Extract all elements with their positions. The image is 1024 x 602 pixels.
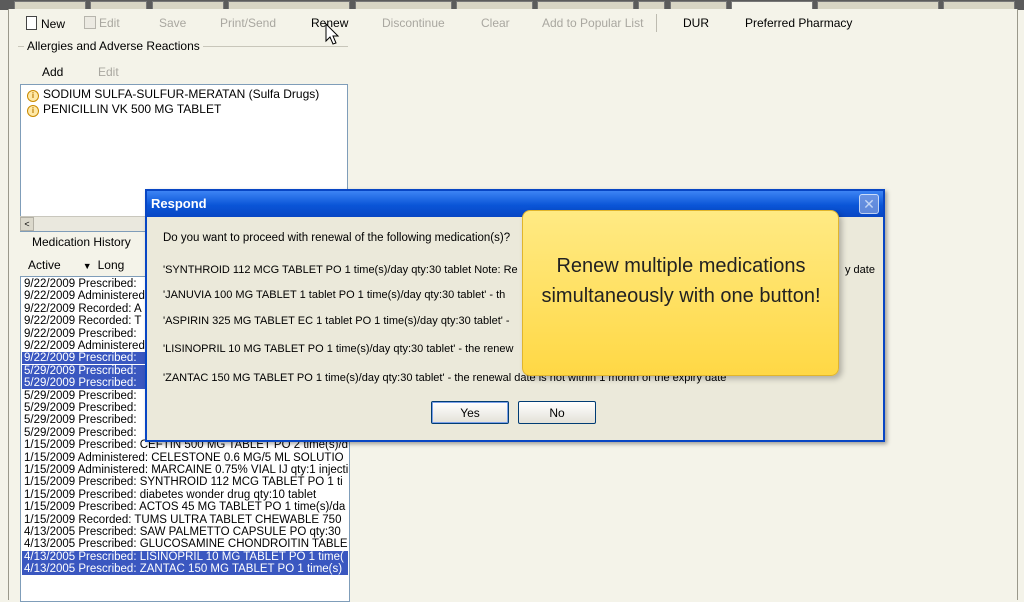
yes-button[interactable]: Yes (431, 401, 509, 424)
dialog-title: Respond (151, 196, 207, 211)
medication-history-title: Medication History (30, 235, 133, 249)
clear-button[interactable]: Clear (481, 16, 510, 30)
list-item[interactable]: 1/15/2009 Prescribed: diabetes wonder dr… (22, 489, 348, 501)
edit-icon (84, 16, 96, 29)
horizontal-scrollbar[interactable]: < (20, 216, 146, 231)
add-allergy-button[interactable]: Add (42, 65, 63, 79)
info-icon: i (27, 105, 39, 117)
new-button[interactable]: New (26, 16, 65, 31)
no-button[interactable]: No (518, 401, 596, 424)
save-button[interactable]: Save (159, 16, 186, 30)
list-item[interactable]: 1/15/2009 Prescribed: SYNTHROID 112 MCG … (22, 476, 348, 488)
tip-callout: Renew multiple medications simultaneousl… (522, 210, 839, 376)
add-to-popular-list-button[interactable]: Add to Popular List (542, 16, 643, 30)
callout-text: Renew multiple medications simultaneousl… (541, 255, 821, 307)
renewal-item: 'LISINOPRIL 10 MG TABLET PO 1 time(s)/da… (163, 343, 514, 355)
allergies-title: Allergies and Adverse Reactions (24, 39, 203, 53)
filter-select-value[interactable]: Active (28, 258, 61, 272)
list-item[interactable]: i SODIUM SULFA-SULFUR-MERATAN (Sulfa Drug… (27, 87, 319, 102)
medication-filter[interactable]: Active ▼ Long (28, 258, 124, 272)
chevron-down-icon[interactable]: ▼ (83, 261, 92, 271)
toolbar: New Edit Save Print/Send Renew Discontin… (22, 14, 862, 34)
list-item[interactable]: 1/15/2009 Administered: CELESTONE 0.6 MG… (22, 452, 348, 464)
list-item[interactable]: 4/13/2005 Prescribed: LISINOPRIL 10 MG T… (22, 550, 348, 563)
list-item[interactable]: 1/15/2009 Administered: MARCAINE 0.75% V… (22, 464, 348, 476)
view-mode-label[interactable]: Long (98, 258, 125, 272)
edit-allergy-button[interactable]: Edit (98, 65, 119, 79)
list-item[interactable]: i PENICILLIN VK 500 MG TABLET (27, 102, 221, 117)
discontinue-button[interactable]: Discontinue (382, 16, 445, 30)
renewal-item: 'ASPIRIN 325 MG TABLET EC 1 tablet PO 1 … (163, 315, 510, 327)
list-item[interactable]: 4/13/2005 Prescribed: ZANTAC 150 MG TABL… (22, 563, 348, 576)
edit-button[interactable]: Edit (84, 16, 120, 30)
mouse-cursor-icon (325, 23, 340, 45)
dur-button[interactable]: DUR (683, 16, 709, 30)
list-item[interactable]: 1/15/2009 Prescribed: ACTOS 45 MG TABLET… (22, 501, 348, 513)
list-item[interactable]: 4/13/2005 Prescribed: GLUCOSAMINE CHONDR… (22, 538, 348, 550)
renewal-item: 'JANUVIA 100 MG TABLET 1 tablet PO 1 tim… (163, 289, 506, 301)
list-item[interactable]: 4/13/2005 Prescribed: SAW PALMETTO CAPSU… (22, 526, 348, 538)
print-send-button[interactable]: Print/Send (220, 16, 276, 30)
toolbar-separator (656, 14, 657, 32)
dialog-question: Do you want to proceed with renewal of t… (163, 232, 511, 244)
new-document-icon (26, 16, 37, 30)
renewal-item: 'SYNTHROID 112 MCG TABLET PO 1 time(s)/d… (163, 264, 518, 276)
scroll-left-button[interactable]: < (20, 217, 34, 231)
preferred-pharmacy-button[interactable]: Preferred Pharmacy (745, 16, 852, 30)
close-icon[interactable]: ✕ (859, 194, 879, 214)
info-icon: i (27, 90, 39, 102)
renewal-item-tail: y date (845, 264, 875, 276)
list-item[interactable]: 1/15/2009 Recorded: TUMS ULTRA TABLET CH… (22, 514, 348, 526)
